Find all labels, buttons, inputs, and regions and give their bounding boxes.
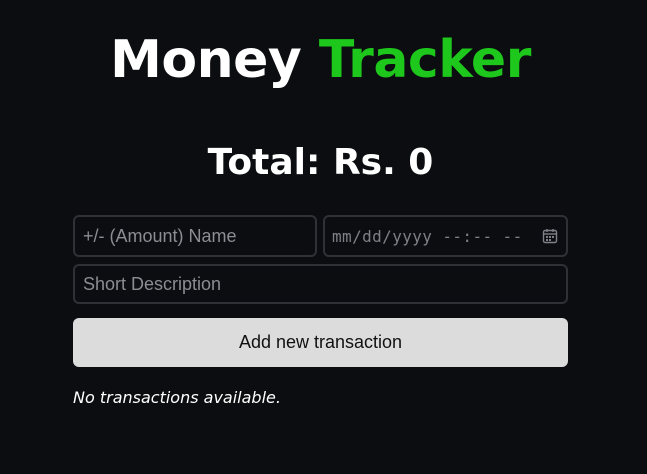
title-main: Money bbox=[110, 30, 302, 90]
transaction-name-input[interactable] bbox=[73, 215, 317, 257]
total-label: Total: bbox=[207, 142, 321, 183]
total-amount: Rs. 0 bbox=[332, 142, 434, 183]
total-balance: Total: Rs. 0 bbox=[0, 140, 641, 186]
money-tracker-app: Money Tracker Total: Rs. 0 mm/dd/yyyy --… bbox=[0, 0, 647, 474]
empty-transactions-message: No transactions available. bbox=[73, 388, 281, 407]
calendar-icon[interactable] bbox=[542, 228, 558, 244]
add-transaction-button[interactable]: Add new transaction bbox=[73, 318, 568, 367]
title-accent: Tracker bbox=[318, 30, 531, 90]
transaction-description-input[interactable] bbox=[73, 264, 568, 304]
page-title: Money Tracker bbox=[0, 24, 641, 96]
transaction-datetime-input[interactable]: mm/dd/yyyy --:-- -- bbox=[323, 215, 568, 257]
datetime-placeholder: mm/dd/yyyy --:-- -- bbox=[332, 226, 523, 246]
